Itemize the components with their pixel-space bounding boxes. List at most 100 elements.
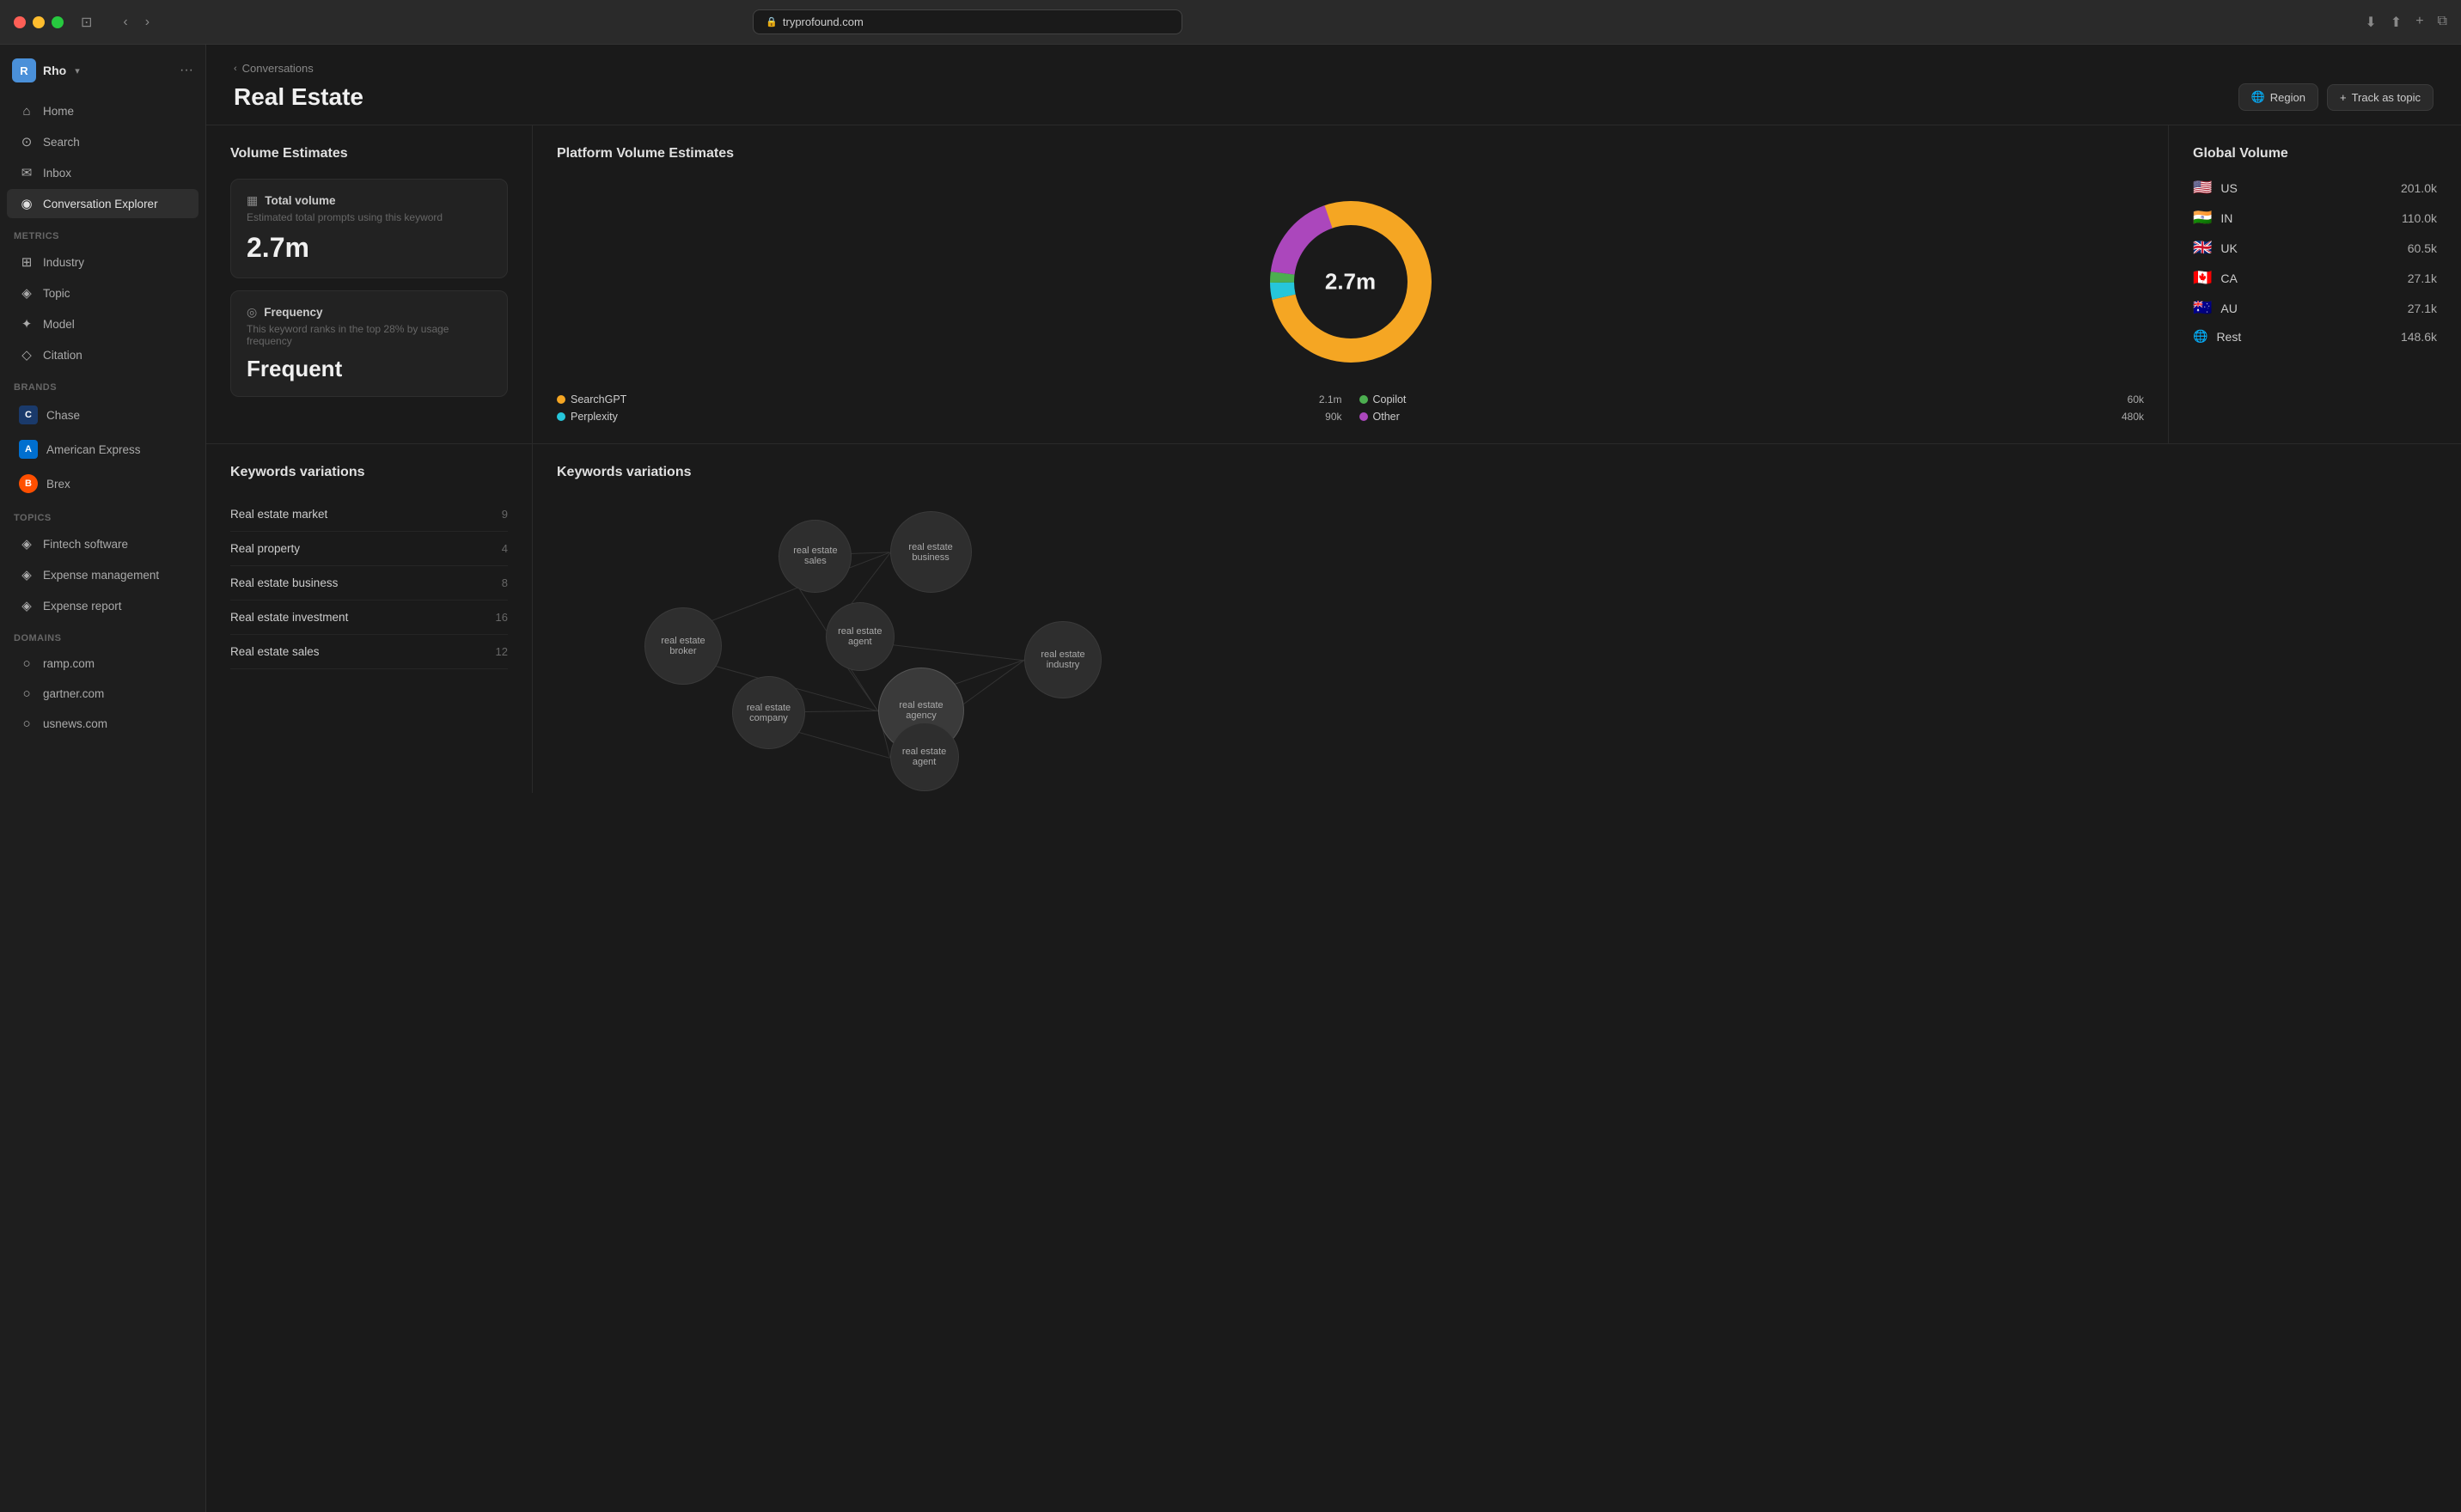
sidebar-nav-home[interactable]: ⌂ Home — [7, 97, 198, 125]
titlebar: ⊡ ‹ › 🔒 tryprofound.com ⬇ ⬆ + ⧉ — [0, 0, 2461, 45]
ca-flag: 🇨🇦 — [2193, 269, 2212, 287]
sidebar-item-model[interactable]: ✦ Model — [7, 309, 198, 338]
page-title: Real Estate — [234, 83, 363, 111]
kw-item-0[interactable]: Real estate market 9 — [230, 497, 508, 532]
home-icon: ⌂ — [19, 104, 34, 119]
region-icon: 🌐 — [2251, 90, 2265, 104]
sidebar-item-gartner[interactable]: ○ gartner.com — [7, 680, 198, 708]
dashboard-grid: Volume Estimates ▦ Total volume Estimate… — [206, 125, 2461, 444]
tabs-icon[interactable]: ⧉ — [2438, 14, 2447, 31]
sidebar-item-label: Industry — [43, 256, 84, 269]
chevron-down-icon: ▾ — [75, 65, 80, 76]
bubble-node[interactable]: real estate agent — [826, 602, 895, 671]
sidebar: R Rho ▾ ··· ⌂ Home ⊙ Search ✉ Inbox ◉ Co… — [0, 45, 206, 1512]
perplexity-dot — [557, 412, 565, 421]
kw-item-4[interactable]: Real estate sales 12 — [230, 635, 508, 669]
platform-volume-title: Platform Volume Estimates — [557, 146, 2144, 162]
sidebar-item-label: usnews.com — [43, 717, 107, 730]
sidebar-item-american-express[interactable]: A American Express — [7, 433, 198, 466]
kw-item-1[interactable]: Real property 4 — [230, 532, 508, 566]
platform-legend: SearchGPT 2.1m Copilot 60k — [557, 393, 2144, 423]
bubble-chart: real estate broker real estate sales real … — [557, 497, 2437, 772]
sidebar-nav-conversation-explorer[interactable]: ◉ Conversation Explorer — [7, 189, 198, 218]
global-volume-title: Global Volume — [2193, 146, 2437, 162]
traffic-lights — [14, 16, 64, 28]
kw-count: 12 — [496, 645, 508, 658]
sidebar-toggle-button[interactable]: ⊡ — [74, 10, 99, 34]
country-item-ca: 🇨🇦 CA 27.1k — [2193, 269, 2437, 287]
sidebar-item-label: Expense management — [43, 569, 159, 582]
sidebar-item-label: Home — [43, 105, 74, 118]
legend-label: SearchGPT — [571, 393, 626, 405]
workspace-header[interactable]: R Rho ▾ ··· — [0, 45, 205, 96]
more-options-icon[interactable]: ··· — [180, 63, 193, 78]
breadcrumb[interactable]: ‹ Conversations — [234, 62, 2434, 75]
kw-item-3[interactable]: Real estate investment 16 — [230, 601, 508, 635]
kw-count: 9 — [502, 508, 508, 521]
bubble-node[interactable]: real estate broker — [644, 607, 722, 685]
in-name: IN — [2220, 211, 2232, 225]
donut-chart: 2.7m — [1256, 187, 1445, 376]
topic-icon: ◈ — [19, 285, 34, 301]
ca-name: CA — [2220, 271, 2237, 285]
legend-value: 60k — [2128, 393, 2144, 405]
sidebar-nav-search[interactable]: ⊙ Search — [7, 127, 198, 156]
track-as-topic-button[interactable]: + Track as topic — [2327, 84, 2434, 111]
workspace-name: Rho — [43, 64, 66, 77]
bubble-node[interactable]: real estate sales — [779, 520, 852, 593]
sidebar-item-label: American Express — [46, 443, 141, 456]
sidebar-item-citation[interactable]: ◇ Citation — [7, 340, 198, 369]
legend-value: 2.1m — [1319, 393, 1342, 405]
url-bar[interactable]: 🔒 tryprofound.com — [753, 9, 1182, 34]
sidebar-nav-inbox[interactable]: ✉ Inbox — [7, 158, 198, 187]
in-value: 110.0k — [2402, 211, 2437, 225]
keywords-bubble-card: Keywords variations real estate brokerre… — [533, 444, 2461, 793]
sidebar-item-brex[interactable]: B Brex — [7, 467, 198, 500]
back-button[interactable]: ‹ — [116, 11, 134, 34]
bubble-node[interactable]: real estate agent — [890, 722, 959, 791]
search-icon: ⊙ — [19, 134, 34, 149]
freq-metric-header: ◎ Frequency — [247, 305, 492, 320]
rest-name: Rest — [2216, 330, 2241, 344]
keywords-list-title: Keywords variations — [230, 465, 508, 480]
bubble-node[interactable]: real estate business — [890, 511, 972, 593]
minimize-button[interactable] — [33, 16, 45, 28]
country-item-us: 🇺🇸 US 201.0k — [2193, 179, 2437, 197]
metric-header: ▦ Total volume — [247, 193, 492, 208]
total-volume-value: 2.7m — [247, 232, 492, 264]
sidebar-item-chase[interactable]: C Chase — [7, 399, 198, 431]
kw-item-2[interactable]: Real estate business 8 — [230, 566, 508, 601]
bubble-node[interactable]: real estate industry — [1024, 621, 1102, 698]
frequency-value: Frequent — [247, 356, 492, 382]
region-button[interactable]: 🌐 Region — [2238, 83, 2318, 111]
legend-item-other: Other 480k — [1359, 411, 2145, 423]
citation-icon: ◇ — [19, 347, 34, 363]
legend-label: Other — [1373, 411, 1400, 423]
country-item-in: 🇮🇳 IN 110.0k — [2193, 209, 2437, 227]
sidebar-item-usnews[interactable]: ○ usnews.com — [7, 710, 198, 738]
download-icon[interactable]: ⬇ — [2365, 14, 2376, 31]
kw-count: 8 — [502, 576, 508, 589]
forward-button[interactable]: › — [138, 11, 156, 34]
sidebar-item-fintech-software[interactable]: ◈ Fintech software — [7, 529, 198, 558]
total-volume-label: Total volume — [265, 194, 335, 207]
content-header: ‹ Conversations Real Estate 🌐 Region + T… — [206, 45, 2461, 125]
share-icon[interactable]: ⬆ — [2391, 14, 2402, 31]
uk-flag: 🇬🇧 — [2193, 239, 2212, 257]
sidebar-item-industry[interactable]: ⊞ Industry — [7, 247, 198, 277]
uk-name: UK — [2220, 241, 2237, 255]
close-button[interactable] — [14, 16, 26, 28]
inbox-icon: ✉ — [19, 165, 34, 180]
sidebar-item-ramp[interactable]: ○ ramp.com — [7, 649, 198, 678]
plus-icon[interactable]: + — [2415, 14, 2423, 31]
bubble-node[interactable]: real estate company — [732, 676, 805, 749]
sidebar-item-expense-management[interactable]: ◈ Expense management — [7, 560, 198, 589]
maximize-button[interactable] — [52, 16, 64, 28]
sidebar-item-expense-report[interactable]: ◈ Expense report — [7, 591, 198, 620]
sidebar-item-label: gartner.com — [43, 687, 104, 700]
keywords-list: Real estate market 9 Real property 4 Rea… — [230, 497, 508, 669]
sidebar-item-topic[interactable]: ◈ Topic — [7, 278, 198, 308]
legend-label: Copilot — [1373, 393, 1407, 405]
header-actions: 🌐 Region + Track as topic — [2238, 83, 2434, 111]
main-content: ‹ Conversations Real Estate 🌐 Region + T… — [206, 45, 2461, 1512]
